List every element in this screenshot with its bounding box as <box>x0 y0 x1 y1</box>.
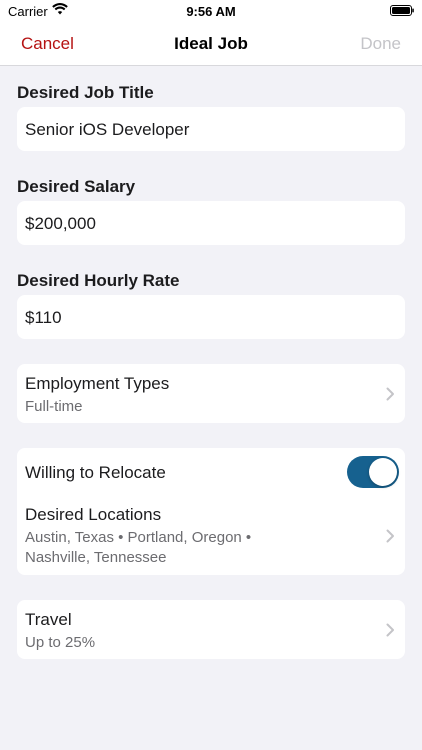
hourly-rate-field-container <box>17 295 405 339</box>
status-bar: Carrier 9:56 AM <box>0 0 422 22</box>
chevron-right-icon <box>386 387 394 401</box>
hourly-rate-field[interactable] <box>25 308 395 328</box>
hourly-rate-label: Desired Hourly Rate <box>17 271 180 290</box>
chevron-right-icon <box>386 623 394 637</box>
employment-types-title: Employment Types <box>25 374 170 393</box>
status-time: 9:56 AM <box>186 4 236 19</box>
salary-field[interactable] <box>25 214 395 234</box>
employment-types-value: Full-time <box>25 398 83 415</box>
relocate-toggle[interactable] <box>347 456 399 488</box>
battery-icon <box>390 5 414 16</box>
relocation-card: Willing to Relocate Desired Locations Au… <box>17 448 405 575</box>
desired-locations-row[interactable]: Desired Locations Austin, Texas • Portla… <box>17 500 405 575</box>
desired-locations-line-2: Nashville, Tennessee <box>25 549 167 566</box>
travel-title: Travel <box>25 610 72 629</box>
toggle-knob <box>369 458 397 486</box>
employment-types-row[interactable]: Employment Types Full-time <box>17 364 405 423</box>
salary-field-container <box>17 201 405 245</box>
job-title-label: Desired Job Title <box>17 83 154 102</box>
navigation-bar: Cancel Ideal Job Done <box>0 22 422 66</box>
salary-label: Desired Salary <box>17 177 136 196</box>
job-title-field[interactable] <box>25 120 395 140</box>
page-title: Ideal Job <box>174 34 248 53</box>
travel-value: Up to 25% <box>25 634 96 651</box>
job-title-field-container <box>17 107 405 151</box>
chevron-right-icon <box>386 529 394 543</box>
desired-locations-title: Desired Locations <box>25 505 162 524</box>
relocate-title: Willing to Relocate <box>25 463 166 482</box>
done-button[interactable]: Done <box>360 34 401 54</box>
desired-locations-line-1: Austin, Texas • Portland, Oregon • <box>25 529 252 546</box>
travel-row[interactable]: Travel Up to 25% <box>17 600 405 659</box>
